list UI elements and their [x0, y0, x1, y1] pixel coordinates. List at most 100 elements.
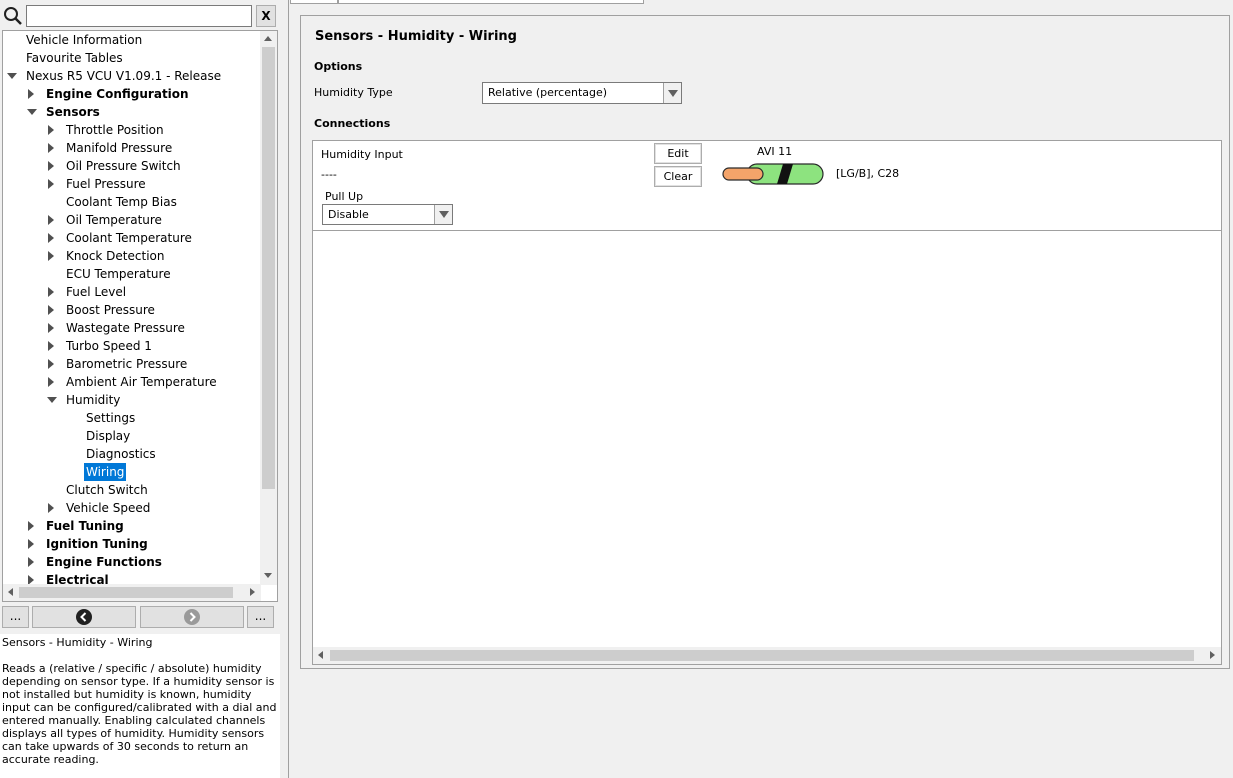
tree-horizontal-scrollbar[interactable] — [3, 584, 261, 601]
tree-item[interactable]: Vehicle Information — [3, 31, 261, 49]
search-icon[interactable] — [2, 5, 24, 27]
tree-item[interactable]: Diagnostics — [3, 445, 261, 463]
expand-arrow-icon[interactable] — [7, 73, 17, 79]
scroll-thumb[interactable] — [19, 587, 233, 598]
collapse-arrow-icon[interactable] — [48, 503, 54, 513]
connections-horizontal-scrollbar[interactable] — [313, 647, 1221, 664]
collapse-arrow-icon[interactable] — [28, 521, 34, 531]
search-input[interactable] — [26, 5, 252, 27]
history-menu-right-button[interactable]: ... — [247, 606, 274, 628]
tree-item-label: Clutch Switch — [66, 483, 148, 497]
collapse-arrow-icon[interactable] — [48, 233, 54, 243]
tree-item[interactable]: Settings — [3, 409, 261, 427]
collapse-arrow-icon[interactable] — [48, 359, 54, 369]
collapse-arrow-icon[interactable] — [28, 539, 34, 549]
collapse-arrow-icon[interactable] — [48, 215, 54, 225]
scroll-down-icon[interactable] — [264, 573, 272, 578]
back-button[interactable] — [32, 606, 136, 628]
tree-item-label: Humidity — [66, 393, 121, 407]
tree-item[interactable]: Nexus R5 VCU V1.09.1 - Release — [3, 67, 261, 85]
dropdown-button[interactable] — [663, 83, 681, 103]
tree-item-label: Ambient Air Temperature — [66, 375, 217, 389]
tree-item[interactable]: Coolant Temperature — [3, 229, 261, 247]
tree-item[interactable]: Ambient Air Temperature — [3, 373, 261, 391]
collapse-arrow-icon[interactable] — [48, 323, 54, 333]
tree-item-label: Fuel Pressure — [66, 177, 146, 191]
tree-item[interactable]: Throttle Position — [3, 121, 261, 139]
humidity-input-value: ---- — [321, 168, 337, 181]
tree-item[interactable]: Ignition Tuning — [3, 535, 261, 553]
tree-item[interactable]: Engine Functions — [3, 553, 261, 571]
panel-splitter[interactable] — [280, 0, 289, 778]
pull-up-value: Disable — [328, 208, 369, 221]
tree-item[interactable]: Fuel Tuning — [3, 517, 261, 535]
collapse-arrow-icon[interactable] — [48, 143, 54, 153]
tree-item[interactable]: Vehicle Speed — [3, 499, 261, 517]
clear-button[interactable]: Clear — [654, 166, 702, 187]
tree-item[interactable]: Humidity — [3, 391, 261, 409]
scroll-right-icon[interactable] — [1210, 651, 1215, 659]
expand-arrow-icon[interactable] — [27, 109, 37, 115]
tree-item[interactable]: Boost Pressure — [3, 301, 261, 319]
scroll-left-icon[interactable] — [318, 651, 323, 659]
tab-strip — [290, 0, 1233, 4]
humidity-input-label: Humidity Input — [321, 148, 403, 161]
humidity-type-label: Humidity Type — [314, 86, 393, 99]
tree-item[interactable]: Engine Configuration — [3, 85, 261, 103]
tree-item[interactable]: Display — [3, 427, 261, 445]
scroll-up-icon[interactable] — [264, 36, 272, 41]
tree-item[interactable]: Sensors — [3, 103, 261, 121]
collapse-arrow-icon[interactable] — [48, 305, 54, 315]
tree-item[interactable]: Oil Temperature — [3, 211, 261, 229]
tree-item[interactable]: ECU Temperature — [3, 265, 261, 283]
tree-item[interactable]: Wiring — [3, 463, 261, 481]
tree-item[interactable]: Electrical — [3, 571, 261, 585]
forward-button[interactable] — [140, 606, 244, 628]
pull-up-select[interactable]: Disable — [322, 204, 453, 225]
scroll-right-icon[interactable] — [250, 588, 255, 596]
tree-item[interactable]: Turbo Speed 1 — [3, 337, 261, 355]
tab[interactable] — [338, 0, 644, 4]
tree-item[interactable]: Favourite Tables — [3, 49, 261, 67]
tree-item[interactable]: Manifold Pressure — [3, 139, 261, 157]
help-panel: Sensors - Humidity - Wiring Reads a (rel… — [0, 634, 280, 778]
pull-up-label: Pull Up — [325, 190, 364, 203]
scroll-thumb[interactable] — [262, 47, 275, 489]
tree-vertical-scrollbar[interactable] — [260, 31, 277, 585]
scroll-left-icon[interactable] — [8, 588, 13, 596]
tree-item-label: Knock Detection — [66, 249, 165, 263]
tab[interactable] — [290, 0, 338, 4]
edit-button[interactable]: Edit — [654, 143, 702, 164]
humidity-type-select[interactable]: Relative (percentage) — [482, 82, 682, 104]
tree-item-label: Ignition Tuning — [46, 537, 148, 551]
tree-item-label: Fuel Tuning — [46, 519, 124, 533]
tree-item[interactable]: Fuel Level — [3, 283, 261, 301]
collapse-arrow-icon[interactable] — [48, 341, 54, 351]
collapse-arrow-icon[interactable] — [48, 161, 54, 171]
tree-list: Vehicle Information Favourite Tables Nexus… — [3, 31, 261, 585]
expand-arrow-icon[interactable] — [47, 397, 57, 403]
collapse-arrow-icon[interactable] — [28, 89, 34, 99]
collapse-arrow-icon[interactable] — [48, 377, 54, 387]
tree-item[interactable]: Wastegate Pressure — [3, 319, 261, 337]
collapse-arrow-icon[interactable] — [48, 179, 54, 189]
tree-item[interactable]: Barometric Pressure — [3, 355, 261, 373]
tree-item[interactable]: Oil Pressure Switch — [3, 157, 261, 175]
dropdown-button[interactable] — [434, 205, 452, 224]
tree-item-label: Engine Functions — [46, 555, 162, 569]
page-title: Sensors - Humidity - Wiring — [315, 29, 517, 44]
tree-item[interactable]: Clutch Switch — [3, 481, 261, 499]
collapse-arrow-icon[interactable] — [48, 251, 54, 261]
collapse-arrow-icon[interactable] — [48, 125, 54, 135]
history-menu-left-button[interactable]: ... — [2, 606, 29, 628]
tree-item-label: Wastegate Pressure — [66, 321, 185, 335]
collapse-arrow-icon[interactable] — [28, 557, 34, 567]
tree-item[interactable]: Fuel Pressure — [3, 175, 261, 193]
forward-arrow-icon — [184, 609, 200, 625]
tree-item[interactable]: Knock Detection — [3, 247, 261, 265]
clear-search-button[interactable]: X — [256, 5, 276, 27]
humidity-type-value: Relative (percentage) — [488, 86, 608, 99]
collapse-arrow-icon[interactable] — [48, 287, 54, 297]
tree-item[interactable]: Coolant Temp Bias — [3, 193, 261, 211]
scroll-thumb[interactable] — [330, 650, 1194, 661]
